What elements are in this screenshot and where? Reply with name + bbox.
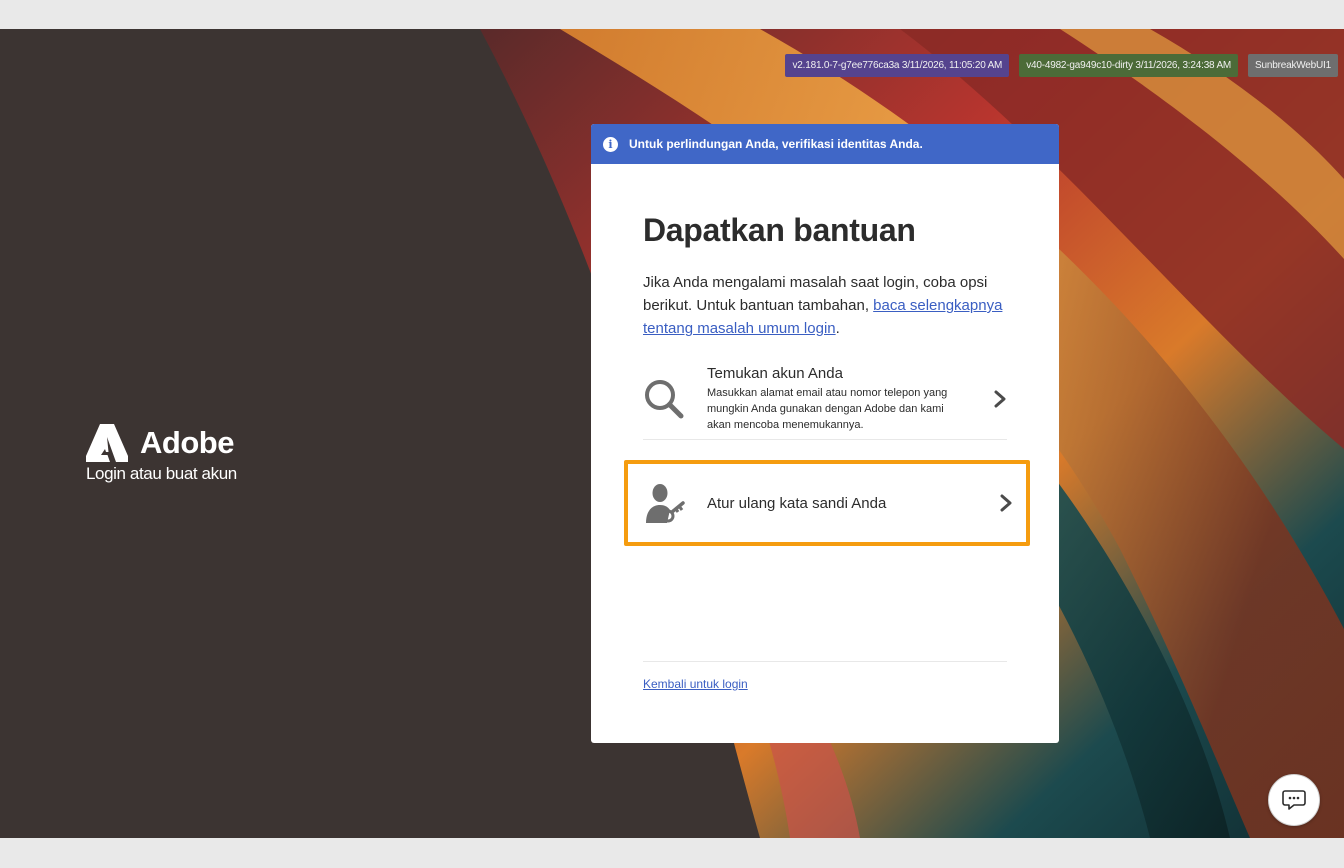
back-to-login-link[interactable]: Kembali untuk login: [643, 677, 748, 691]
find-account-option[interactable]: Temukan akun Anda Masukkan alamat email …: [643, 364, 1007, 440]
top-browser-strip: [0, 0, 1344, 29]
help-description: Jika Anda mengalami masalah saat login, …: [643, 271, 1007, 340]
brand-block: Adobe Login atau buat akun: [86, 424, 237, 484]
version-badge-ui: v2.181.0-7-g7ee776ca3a 3/11/2026, 11:05:…: [785, 54, 1010, 77]
info-icon: i: [603, 136, 618, 152]
chat-bubble-icon: [1282, 790, 1306, 810]
reset-password-title: Atur ulang kata sandi Anda: [707, 494, 887, 512]
brand-name: Adobe: [140, 425, 234, 460]
adobe-logo-icon: [86, 424, 128, 462]
chevron-right-icon: [994, 390, 1006, 407]
find-account-title: Temukan akun Anda: [707, 364, 843, 382]
identity-banner: i Untuk perlindungan Anda, verifikasi id…: [591, 124, 1059, 164]
find-account-detail: Masukkan alamat email atau nomor telepon…: [707, 386, 948, 431]
version-badge-env: SunbreakWebUI1: [1248, 54, 1338, 77]
reset-password-highlight: Atur ulang kata sandi Anda: [624, 460, 1030, 546]
page-title: Dapatkan bantuan: [643, 212, 916, 248]
chat-button[interactable]: [1268, 774, 1320, 826]
brand-subtitle: Login atau buat akun: [86, 464, 237, 483]
footer-divider: [643, 661, 1007, 662]
chevron-right-icon: [1000, 494, 1012, 512]
banner-text: Untuk perlindungan Anda, verifikasi iden…: [629, 137, 923, 151]
login-page: v2.181.0-7-g7ee776ca3a 3/11/2026, 11:05:…: [0, 29, 1344, 838]
version-badges: v2.181.0-7-g7ee776ca3a 3/11/2026, 11:05:…: [785, 54, 1338, 77]
reset-password-option[interactable]: Atur ulang kata sandi Anda: [643, 464, 1013, 542]
version-badge-server: v40-4982-ga949c10-dirty 3/11/2026, 3:24:…: [1019, 54, 1239, 77]
help-card: i Untuk perlindungan Anda, verifikasi id…: [591, 124, 1059, 743]
desc-suffix: .: [835, 320, 840, 337]
user-key-icon: [646, 484, 685, 523]
search-icon: [645, 379, 684, 418]
bottom-browser-strip: [0, 838, 1344, 868]
